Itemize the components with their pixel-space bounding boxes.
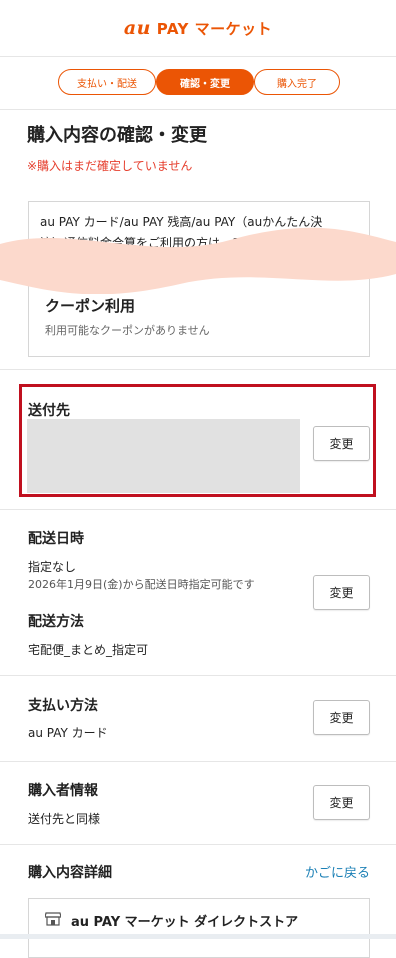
store-icon [45, 912, 61, 926]
delivery-date-note: 2026年1月9日(金)から配送日時指定可能です [28, 578, 255, 591]
divider [0, 675, 396, 676]
divider [0, 844, 396, 845]
delivery-method-title: 配送方法 [28, 614, 84, 630]
page-title: 購入内容の確認・変更 [27, 125, 207, 146]
change-address-button[interactable]: 変更 [313, 426, 370, 461]
progress-steps: 支払い・配送 確認・変更 購入完了 [0, 57, 396, 110]
address-redacted [27, 419, 300, 493]
shop-box: au PAY マーケット ダイレクトストア [28, 898, 370, 958]
back-to-cart-link[interactable]: かごに戻る [305, 862, 370, 881]
bottom-bar [0, 934, 396, 939]
change-buyer-button[interactable]: 変更 [313, 785, 370, 820]
buyer-info-title: 購入者情報 [28, 783, 98, 799]
divider [0, 369, 396, 370]
step-payment-delivery: 支払い・配送 [58, 69, 156, 95]
purchase-details-title: 購入内容詳細 [28, 865, 112, 881]
au-pay-market-logo[interactable]: au PAY マーケット [124, 17, 272, 39]
shipping-address-title: 送付先 [28, 403, 70, 419]
coupon-status: 利用可能なクーポンがありません [45, 324, 210, 337]
not-confirmed-warning: ※購入はまだ確定していません [27, 159, 193, 173]
torn-overlay [0, 227, 396, 294]
buyer-info-value: 送付先と同様 [28, 812, 101, 826]
logo-text: PAY マーケット [156, 20, 273, 38]
step-confirm-change: 確認・変更 [156, 69, 254, 95]
logo-au: au [123, 17, 151, 39]
payment-method-value: au PAY カード [28, 726, 108, 740]
coupon-title: クーポン利用 [45, 297, 136, 315]
step-purchase-complete: 購入完了 [254, 69, 340, 95]
change-payment-button[interactable]: 変更 [313, 700, 370, 735]
header: au PAY マーケット [0, 0, 396, 57]
delivery-date-title: 配送日時 [28, 531, 84, 547]
shop-name[interactable]: au PAY マーケット ダイレクトストア [71, 911, 298, 930]
change-delivery-button[interactable]: 変更 [313, 575, 370, 610]
delivery-date-value: 指定なし [28, 560, 77, 574]
divider [0, 509, 396, 510]
delivery-method-value: 宅配便_まとめ_指定可 [28, 643, 149, 657]
payment-method-title: 支払い方法 [28, 698, 98, 714]
divider [0, 761, 396, 762]
